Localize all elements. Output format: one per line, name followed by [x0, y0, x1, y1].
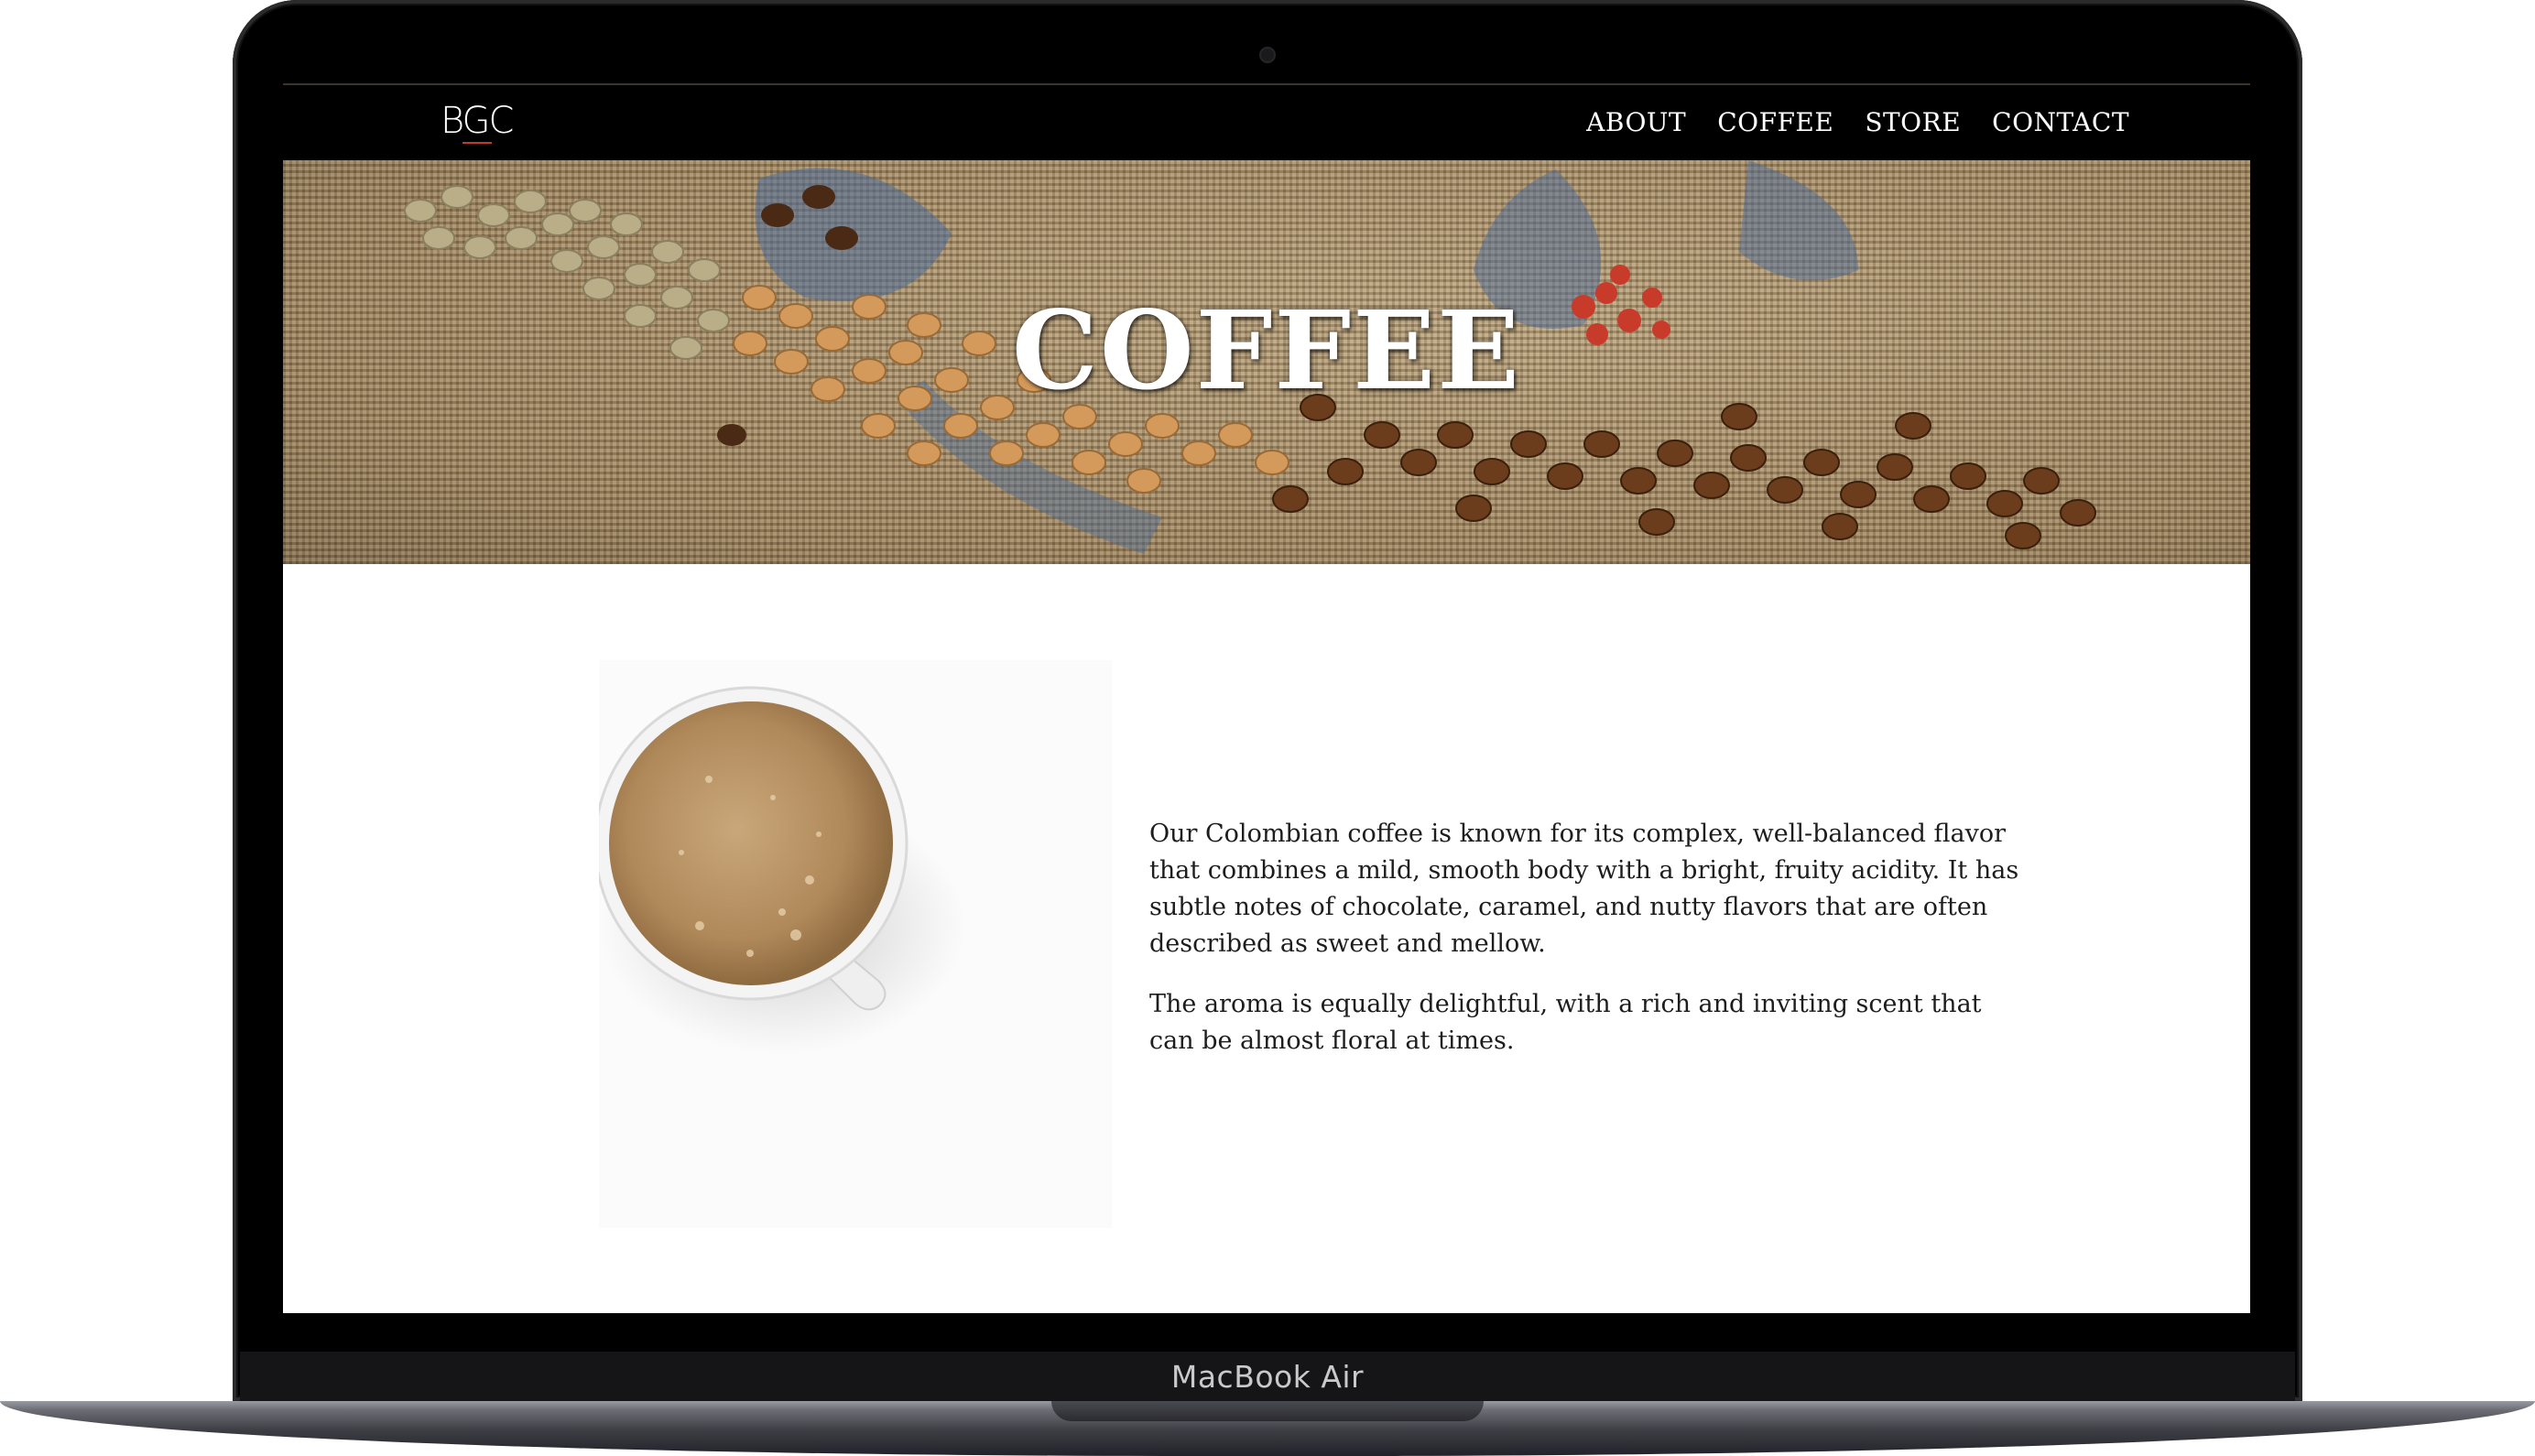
browser-screen: BGC ABOUT COFFEE STORE CONTACT COFFEE Ou… — [283, 83, 2250, 1313]
nav-coffee[interactable]: COFFEE — [1717, 107, 1833, 137]
main-nav: ABOUT COFFEE STORE CONTACT — [1586, 107, 2129, 137]
coffee-description: Our Colombian coffee is known for its co… — [1149, 816, 2029, 1083]
site-logo[interactable]: BGC — [441, 100, 514, 142]
description-paragraph-2: The aroma is equally delightful, with a … — [1149, 990, 1982, 1055]
camera-icon — [1259, 47, 1276, 63]
hero-banner: COFFEE — [283, 160, 2250, 564]
laptop-notch — [1051, 1401, 1484, 1421]
nav-store[interactable]: STORE — [1865, 107, 1961, 137]
site-navbar: BGC ABOUT COFFEE STORE CONTACT — [283, 83, 2250, 162]
nav-contact[interactable]: CONTACT — [1992, 107, 2129, 137]
coffee-cup-image — [593, 660, 1112, 1228]
logo-underline — [462, 142, 492, 144]
nav-about[interactable]: ABOUT — [1586, 107, 1686, 137]
description-paragraph-1: Our Colombian coffee is known for its co… — [1149, 820, 2019, 958]
hero-title: COFFEE — [1011, 287, 1522, 414]
device-label: MacBook Air — [1170, 1359, 1365, 1395]
